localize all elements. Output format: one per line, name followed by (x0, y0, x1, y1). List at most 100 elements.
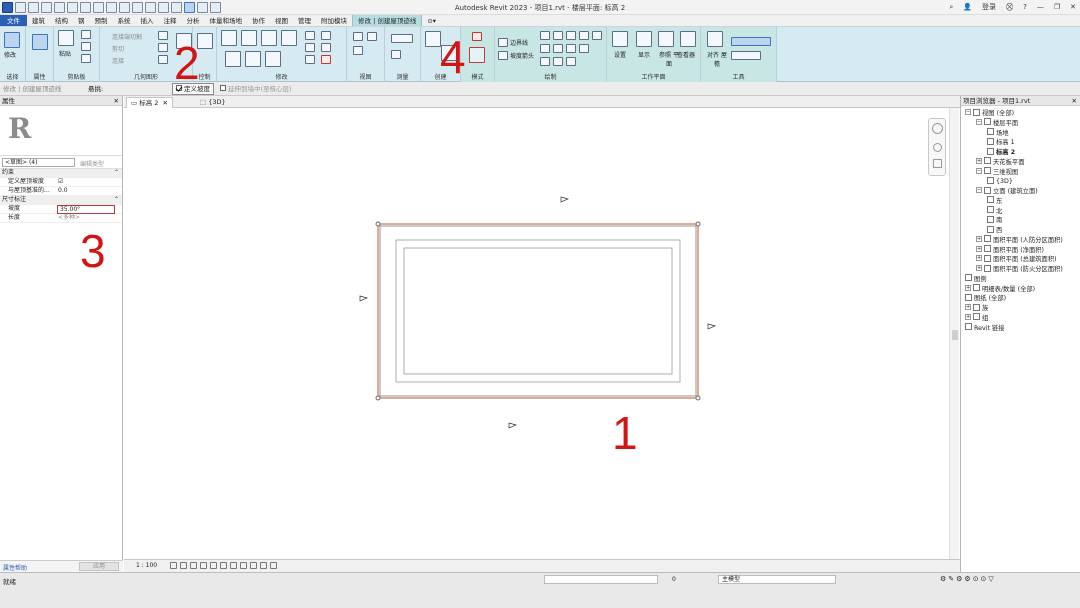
zoom-icon[interactable] (933, 143, 942, 152)
browser-node[interactable]: + 天花板平面 (976, 157, 1024, 167)
collapse-icon[interactable]: − (976, 187, 982, 193)
close-icon[interactable]: ✕ (1072, 96, 1077, 106)
slope-symbol-icon[interactable] (707, 323, 717, 330)
set-button-label[interactable]: 设置 (614, 50, 626, 59)
vertical-scrollbar[interactable] (949, 108, 959, 559)
rotate-icon[interactable] (265, 51, 281, 67)
ribbon-tab[interactable]: 预制 (90, 15, 113, 26)
finish-edit-icon[interactable] (469, 47, 485, 63)
expand-icon[interactable]: + (965, 313, 971, 320)
boundary-line-label[interactable]: 边界线 (510, 38, 528, 47)
browser-node[interactable]: 西 (987, 225, 1002, 235)
detail-level-icon[interactable] (170, 562, 177, 569)
trim-icon[interactable] (321, 31, 331, 40)
draw-circle-icon[interactable] (579, 31, 589, 40)
collapse-icon[interactable]: − (976, 167, 982, 174)
tools-option-icon[interactable] (731, 37, 771, 46)
minimize-icon[interactable]: — (1037, 2, 1044, 13)
draw-fillet-icon[interactable] (566, 44, 576, 53)
paste-icon[interactable] (58, 30, 74, 46)
ribbon-tab[interactable]: 钢 (73, 15, 90, 26)
steering-wheel-icon[interactable] (932, 123, 943, 134)
show-crop-icon[interactable] (220, 562, 227, 569)
corner-grip[interactable] (695, 395, 701, 401)
browser-node[interactable]: 图纸 (全部) (965, 293, 1006, 303)
slope-input[interactable]: 35.00° (57, 205, 115, 214)
ribbon-tab[interactable]: 协作 (247, 15, 270, 26)
design-option-field[interactable]: 主模型 (718, 575, 836, 584)
view-tool-icon[interactable] (353, 46, 363, 55)
show-button-label[interactable]: 显示 (638, 50, 650, 59)
browser-node[interactable]: + 组 (965, 313, 988, 323)
browser-node[interactable]: 场地 (987, 128, 1009, 138)
collapse-icon[interactable]: − (976, 118, 982, 125)
property-value[interactable]: 0.0 (58, 187, 68, 195)
draw-rectangle-icon[interactable] (553, 31, 563, 40)
pick-lines-icon[interactable] (566, 57, 576, 66)
match-type-icon[interactable] (81, 54, 91, 63)
expand-icon[interactable]: + (976, 235, 982, 242)
draw-ellipse-icon[interactable] (540, 57, 550, 66)
browser-node[interactable]: − 楼层平面 (976, 118, 1018, 128)
corner-grip[interactable] (375, 221, 381, 227)
cut-icon[interactable] (81, 30, 91, 39)
shadows-icon[interactable] (200, 562, 207, 569)
ribbon-tab[interactable]: 体量和场地 (205, 15, 248, 26)
expand-icon[interactable]: + (976, 255, 982, 262)
viewer-icon[interactable] (680, 31, 696, 47)
browser-node[interactable]: {3D} (987, 176, 1013, 186)
draw-arc-icon[interactable] (553, 44, 563, 53)
properties-help-link[interactable]: 属性帮助 (3, 563, 27, 572)
analytical-model-icon[interactable] (260, 562, 267, 569)
ribbon-tab[interactable]: 附加模块 (316, 15, 352, 26)
create-component-icon[interactable] (425, 31, 441, 47)
cut-geometry-label[interactable]: 剪切 (112, 44, 124, 53)
browser-node[interactable]: + 面积平面 (净面积) (976, 245, 1044, 255)
join-geometry-label[interactable]: 连接 (112, 56, 124, 65)
tab-level-2[interactable]: ▭ 标高 2 ✕ (126, 97, 174, 108)
array-icon[interactable] (305, 43, 315, 52)
browser-node[interactable]: 标高 1 (987, 137, 1015, 147)
move-icon[interactable] (225, 51, 241, 67)
browser-node[interactable]: 标高 2 (987, 147, 1015, 157)
ref-plane-button-label[interactable]: 参照 平面 (659, 50, 679, 68)
close-icon[interactable]: ✕ (1070, 2, 1076, 13)
ribbon-tab[interactable]: 视图 (270, 15, 293, 26)
collapse-icon[interactable]: ⌃ (114, 169, 119, 177)
tools-option-icon[interactable] (731, 51, 761, 60)
boundary-line-icon[interactable] (498, 38, 508, 47)
browser-node[interactable]: 图例 (965, 274, 987, 284)
close-icon[interactable]: ✕ (114, 96, 119, 106)
properties-icon[interactable] (32, 34, 48, 50)
help-button[interactable]: ? (1023, 2, 1027, 13)
align-eaves-icon[interactable] (707, 31, 723, 47)
collapse-icon[interactable]: ⌃ (114, 196, 119, 204)
browser-node[interactable]: + 面积平面 (总建筑面积) (976, 254, 1057, 264)
ribbon-tab[interactable]: 分析 (182, 15, 205, 26)
ribbon-tab[interactable]: 建筑 (27, 15, 50, 26)
sign-in-label[interactable]: 登录 (982, 2, 996, 13)
view-tool-icon[interactable] (367, 32, 377, 41)
ribbon-tab[interactable]: 修改 | 创建屋顶迹线 (352, 15, 423, 26)
property-group-header[interactable]: 尺寸标注 ⌃ (0, 196, 122, 205)
geometry-tool-icon[interactable] (158, 55, 168, 64)
view-scale[interactable]: 1 : 100 (136, 562, 157, 569)
expand-icon[interactable]: + (976, 157, 982, 164)
browser-node[interactable]: 北 (987, 206, 1002, 216)
reference-plane-icon[interactable] (658, 31, 674, 47)
corner-grip[interactable] (695, 221, 701, 227)
set-work-plane-icon[interactable] (612, 31, 628, 47)
search-icon[interactable]: ⌕ (949, 2, 953, 13)
draw-line-icon[interactable] (540, 31, 550, 40)
highlight-displacement-icon[interactable] (270, 562, 277, 569)
connect-cut-label[interactable]: 连接端切割 (112, 32, 142, 41)
browser-node[interactable]: + 族 (965, 303, 988, 313)
property-value[interactable]: <多种> (58, 214, 80, 222)
slope-arrow-icon[interactable] (498, 51, 508, 60)
cart-icon[interactable]: ⛒ (1006, 2, 1013, 13)
browser-node[interactable]: + 面积平面 (防火分区面积) (976, 264, 1063, 274)
copy-icon[interactable] (81, 42, 91, 51)
crop-view-icon[interactable] (210, 562, 217, 569)
ribbon-tab[interactable]: 文件 (0, 15, 27, 26)
user-icon[interactable]: 👤 (963, 2, 972, 13)
